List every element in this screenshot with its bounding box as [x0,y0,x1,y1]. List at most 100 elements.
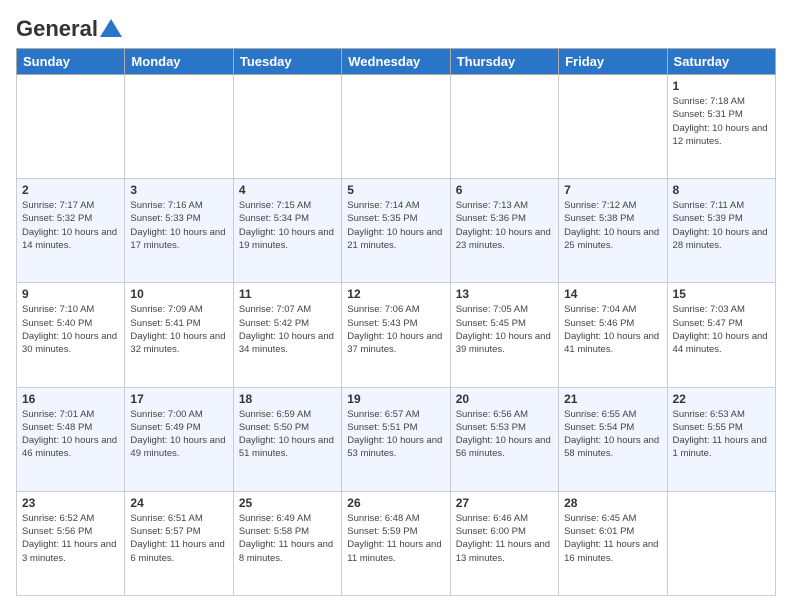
day-info: Sunrise: 6:48 AM Sunset: 5:59 PM Dayligh… [347,512,444,565]
calendar-cell [667,491,775,595]
day-number: 12 [347,287,444,301]
calendar-cell: 24 Sunrise: 6:51 AM Sunset: 5:57 PM Dayli… [125,491,233,595]
day-info: Sunrise: 7:18 AM Sunset: 5:31 PM Dayligh… [673,95,770,148]
day-number: 28 [564,496,661,510]
calendar-cell: 10 Sunrise: 7:09 AM Sunset: 5:41 PM Dayli… [125,283,233,387]
day-info: Sunrise: 6:55 AM Sunset: 5:54 PM Dayligh… [564,408,661,461]
day-number: 8 [673,183,770,197]
day-info: Sunrise: 7:11 AM Sunset: 5:39 PM Dayligh… [673,199,770,252]
calendar-header-row: SundayMondayTuesdayWednesdayThursdayFrid… [17,49,776,75]
logo-icon [100,19,122,37]
day-number: 15 [673,287,770,301]
calendar-table: SundayMondayTuesdayWednesdayThursdayFrid… [16,48,776,596]
day-number: 27 [456,496,553,510]
calendar-cell: 11 Sunrise: 7:07 AM Sunset: 5:42 PM Dayli… [233,283,341,387]
day-info: Sunrise: 6:52 AM Sunset: 5:56 PM Dayligh… [22,512,119,565]
calendar-cell: 4 Sunrise: 7:15 AM Sunset: 5:34 PM Daylig… [233,179,341,283]
calendar-cell: 3 Sunrise: 7:16 AM Sunset: 5:33 PM Daylig… [125,179,233,283]
logo-general: General [16,16,98,42]
day-number: 2 [22,183,119,197]
calendar-cell: 5 Sunrise: 7:14 AM Sunset: 5:35 PM Daylig… [342,179,450,283]
day-info: Sunrise: 7:06 AM Sunset: 5:43 PM Dayligh… [347,303,444,356]
day-info: Sunrise: 7:01 AM Sunset: 5:48 PM Dayligh… [22,408,119,461]
calendar-week-row: 9 Sunrise: 7:10 AM Sunset: 5:40 PM Daylig… [17,283,776,387]
calendar-cell: 15 Sunrise: 7:03 AM Sunset: 5:47 PM Dayli… [667,283,775,387]
day-number: 5 [347,183,444,197]
day-number: 21 [564,392,661,406]
weekday-header-friday: Friday [559,49,667,75]
day-number: 17 [130,392,227,406]
calendar-cell: 17 Sunrise: 7:00 AM Sunset: 5:49 PM Dayli… [125,387,233,491]
day-number: 3 [130,183,227,197]
calendar-cell [450,75,558,179]
weekday-header-monday: Monday [125,49,233,75]
calendar-cell: 8 Sunrise: 7:11 AM Sunset: 5:39 PM Daylig… [667,179,775,283]
day-info: Sunrise: 7:17 AM Sunset: 5:32 PM Dayligh… [22,199,119,252]
calendar-cell [559,75,667,179]
weekday-header-sunday: Sunday [17,49,125,75]
day-info: Sunrise: 6:57 AM Sunset: 5:51 PM Dayligh… [347,408,444,461]
day-number: 25 [239,496,336,510]
day-info: Sunrise: 7:05 AM Sunset: 5:45 PM Dayligh… [456,303,553,356]
day-info: Sunrise: 7:14 AM Sunset: 5:35 PM Dayligh… [347,199,444,252]
day-info: Sunrise: 7:04 AM Sunset: 5:46 PM Dayligh… [564,303,661,356]
day-info: Sunrise: 7:15 AM Sunset: 5:34 PM Dayligh… [239,199,336,252]
day-info: Sunrise: 6:51 AM Sunset: 5:57 PM Dayligh… [130,512,227,565]
day-number: 18 [239,392,336,406]
day-info: Sunrise: 6:56 AM Sunset: 5:53 PM Dayligh… [456,408,553,461]
calendar-week-row: 2 Sunrise: 7:17 AM Sunset: 5:32 PM Daylig… [17,179,776,283]
calendar-cell: 18 Sunrise: 6:59 AM Sunset: 5:50 PM Dayli… [233,387,341,491]
calendar-cell: 28 Sunrise: 6:45 AM Sunset: 6:01 PM Dayli… [559,491,667,595]
day-info: Sunrise: 7:13 AM Sunset: 5:36 PM Dayligh… [456,199,553,252]
day-number: 6 [456,183,553,197]
calendar-week-row: 1 Sunrise: 7:18 AM Sunset: 5:31 PM Daylig… [17,75,776,179]
weekday-header-tuesday: Tuesday [233,49,341,75]
day-info: Sunrise: 6:45 AM Sunset: 6:01 PM Dayligh… [564,512,661,565]
day-info: Sunrise: 7:12 AM Sunset: 5:38 PM Dayligh… [564,199,661,252]
day-info: Sunrise: 7:03 AM Sunset: 5:47 PM Dayligh… [673,303,770,356]
page: General SundayMondayTuesdayWednesdayThur… [0,0,792,612]
calendar-cell: 1 Sunrise: 7:18 AM Sunset: 5:31 PM Daylig… [667,75,775,179]
calendar-cell: 19 Sunrise: 6:57 AM Sunset: 5:51 PM Dayli… [342,387,450,491]
calendar-cell: 6 Sunrise: 7:13 AM Sunset: 5:36 PM Daylig… [450,179,558,283]
calendar-week-row: 23 Sunrise: 6:52 AM Sunset: 5:56 PM Dayli… [17,491,776,595]
day-info: Sunrise: 7:07 AM Sunset: 5:42 PM Dayligh… [239,303,336,356]
day-info: Sunrise: 6:59 AM Sunset: 5:50 PM Dayligh… [239,408,336,461]
day-number: 19 [347,392,444,406]
day-number: 11 [239,287,336,301]
weekday-header-saturday: Saturday [667,49,775,75]
weekday-header-thursday: Thursday [450,49,558,75]
day-info: Sunrise: 7:00 AM Sunset: 5:49 PM Dayligh… [130,408,227,461]
day-number: 4 [239,183,336,197]
day-number: 13 [456,287,553,301]
day-number: 9 [22,287,119,301]
day-number: 10 [130,287,227,301]
day-info: Sunrise: 7:16 AM Sunset: 5:33 PM Dayligh… [130,199,227,252]
day-number: 1 [673,79,770,93]
calendar-cell: 13 Sunrise: 7:05 AM Sunset: 5:45 PM Dayli… [450,283,558,387]
calendar-cell: 25 Sunrise: 6:49 AM Sunset: 5:58 PM Dayli… [233,491,341,595]
calendar-cell [17,75,125,179]
day-info: Sunrise: 6:46 AM Sunset: 6:00 PM Dayligh… [456,512,553,565]
calendar-cell: 16 Sunrise: 7:01 AM Sunset: 5:48 PM Dayli… [17,387,125,491]
day-number: 20 [456,392,553,406]
day-number: 16 [22,392,119,406]
day-number: 26 [347,496,444,510]
day-info: Sunrise: 7:09 AM Sunset: 5:41 PM Dayligh… [130,303,227,356]
day-info: Sunrise: 7:10 AM Sunset: 5:40 PM Dayligh… [22,303,119,356]
day-info: Sunrise: 6:49 AM Sunset: 5:58 PM Dayligh… [239,512,336,565]
day-info: Sunrise: 6:53 AM Sunset: 5:55 PM Dayligh… [673,408,770,461]
calendar-cell [342,75,450,179]
calendar-cell: 14 Sunrise: 7:04 AM Sunset: 5:46 PM Dayli… [559,283,667,387]
logo: General [16,16,122,38]
calendar-cell: 22Sunrise: 6:53 AM Sunset: 5:55 PM Dayli… [667,387,775,491]
weekday-header-wednesday: Wednesday [342,49,450,75]
calendar-cell: 27 Sunrise: 6:46 AM Sunset: 6:00 PM Dayli… [450,491,558,595]
calendar-cell: 7Sunrise: 7:12 AM Sunset: 5:38 PM Daylig… [559,179,667,283]
calendar-cell: 12 Sunrise: 7:06 AM Sunset: 5:43 PM Dayli… [342,283,450,387]
calendar-week-row: 16 Sunrise: 7:01 AM Sunset: 5:48 PM Dayli… [17,387,776,491]
day-number: 23 [22,496,119,510]
calendar-cell [125,75,233,179]
day-number: 24 [130,496,227,510]
day-number: 14 [564,287,661,301]
